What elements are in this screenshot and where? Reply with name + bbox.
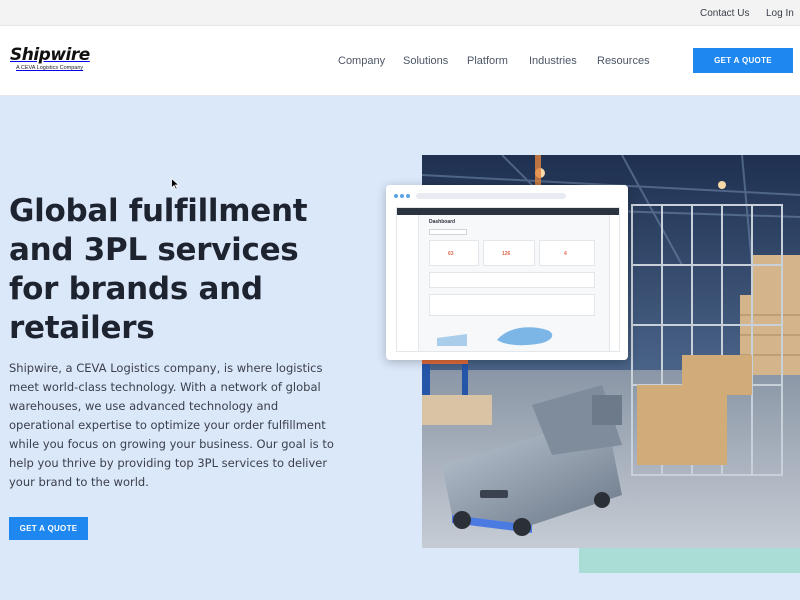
dashboard-topbar — [397, 208, 619, 215]
dashboard-value: 63 — [448, 251, 454, 257]
utility-bar: Contact Us Log In — [0, 0, 800, 26]
dashboard-tile: 63 — [429, 240, 479, 266]
nav-industries[interactable]: Industries — [529, 55, 577, 67]
window-dot-icon — [400, 194, 404, 198]
hero-description: Shipwire, a CEVA Logistics company, is w… — [9, 361, 334, 489]
dashboard-right-rail — [609, 215, 619, 351]
dashboard-tile — [429, 272, 595, 288]
get-a-quote-hero-button[interactable]: GET A QUOTE — [9, 517, 88, 540]
dashboard-filter — [429, 229, 467, 235]
dashboard-tile: 126 — [483, 240, 535, 266]
dashboard-tile — [429, 294, 595, 316]
log-in-link[interactable]: Log In — [766, 8, 794, 19]
hero-title: Global fulfillment and 3PL services for … — [9, 193, 308, 346]
window-dot-icon — [394, 194, 398, 198]
address-bar — [416, 193, 566, 199]
dashboard-preview-card: Dashboard 63 126 4 — [386, 185, 628, 360]
logo-wordmark: Shipwire — [10, 45, 90, 65]
dashboard-title: Dashboard — [429, 219, 456, 225]
shipwire-logo[interactable]: Shipwire A CEVA Logistics Company — [10, 46, 90, 71]
dashboard-value: 126 — [502, 251, 511, 257]
nav-solutions[interactable]: Solutions — [403, 55, 448, 67]
nav-company[interactable]: Company — [338, 55, 385, 67]
dashboard-value: 4 — [564, 251, 567, 257]
get-a-quote-header-button[interactable]: GET A QUOTE — [693, 48, 793, 73]
nav-resources[interactable]: Resources — [597, 55, 650, 67]
contact-us-link[interactable]: Contact Us — [700, 8, 749, 19]
browser-chrome — [386, 185, 628, 207]
dashboard-map-chart — [437, 327, 553, 346]
nav-platform[interactable]: Platform — [467, 55, 508, 67]
window-dot-icon — [406, 194, 410, 198]
teal-accent-block — [579, 548, 800, 573]
arrow-cursor-icon — [171, 178, 180, 190]
dashboard-app-screenshot: Dashboard 63 126 4 — [396, 207, 620, 352]
dashboard-sidebar — [397, 215, 419, 351]
logo-tagline: A CEVA Logistics Company — [16, 65, 84, 71]
main-header: Shipwire A CEVA Logistics Company Compan… — [0, 26, 800, 96]
dashboard-tile: 4 — [539, 240, 595, 266]
